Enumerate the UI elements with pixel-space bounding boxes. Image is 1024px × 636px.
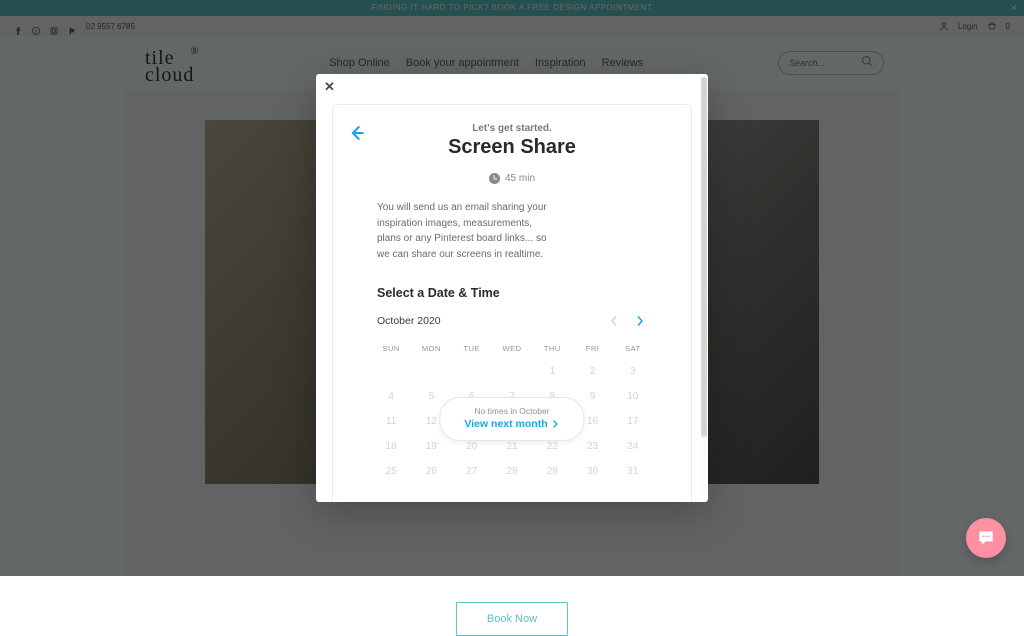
calendar-day[interactable]: 11 bbox=[371, 409, 411, 434]
modal-scrollbar-thumb[interactable] bbox=[701, 77, 707, 437]
booking-eyebrow: Let's get started. bbox=[333, 123, 691, 134]
calendar-dow: THU bbox=[532, 338, 572, 359]
prev-month-button[interactable] bbox=[607, 314, 621, 328]
clock-icon bbox=[489, 173, 500, 184]
month-picker: October 2020 bbox=[333, 300, 691, 328]
modal-close-button[interactable]: ✕ bbox=[324, 79, 335, 95]
calendar-dow: FRI bbox=[572, 338, 612, 359]
calendar-day[interactable]: 23 bbox=[572, 434, 612, 459]
calendar-header-row: SUNMONTUEWEDTHUFRISAT bbox=[371, 338, 653, 359]
next-month-button[interactable] bbox=[633, 314, 647, 328]
booking-header: Let's get started. Screen Share 45 min bbox=[333, 105, 691, 184]
booking-title: Screen Share bbox=[333, 136, 691, 159]
calendar-week: 25262728293031 bbox=[371, 459, 653, 484]
calendar-day[interactable]: 31 bbox=[613, 459, 653, 484]
calendar-dow: SUN bbox=[371, 338, 411, 359]
back-button[interactable] bbox=[347, 123, 367, 148]
view-next-month-link[interactable]: View next month bbox=[464, 418, 559, 430]
calendar-day[interactable]: 2 bbox=[572, 359, 612, 384]
month-nav bbox=[607, 314, 647, 328]
calendar-dow: TUE bbox=[452, 338, 492, 359]
no-times-message: No times in October bbox=[464, 406, 559, 416]
calendar-day[interactable]: 24 bbox=[613, 434, 653, 459]
calendar-day[interactable]: 25 bbox=[371, 459, 411, 484]
book-now-button[interactable]: Book Now bbox=[456, 602, 568, 636]
calendar-day[interactable]: 27 bbox=[452, 459, 492, 484]
calendar-day[interactable]: 29 bbox=[532, 459, 572, 484]
month-label: October 2020 bbox=[377, 315, 441, 327]
calendar-day[interactable]: 3 bbox=[613, 359, 653, 384]
calendar-dow: SAT bbox=[613, 338, 653, 359]
booking-card: Let's get started. Screen Share 45 min Y… bbox=[332, 104, 692, 502]
chat-launcher[interactable] bbox=[966, 518, 1006, 558]
no-times-callout: No times in October View next month bbox=[439, 397, 584, 441]
calendar-day[interactable]: 30 bbox=[572, 459, 612, 484]
calendar-day[interactable]: 4 bbox=[371, 384, 411, 409]
booking-modal: ✕ Let's get started. Screen Share 45 min… bbox=[316, 74, 708, 502]
calendar-day[interactable]: 28 bbox=[492, 459, 532, 484]
calendar-day[interactable]: 10 bbox=[613, 384, 653, 409]
calendar-day[interactable]: 19 bbox=[411, 434, 451, 459]
calendar-week: 123 bbox=[371, 359, 653, 384]
calendar-dow: MON bbox=[411, 338, 451, 359]
calendar-day[interactable]: 1 bbox=[532, 359, 572, 384]
booking-duration-text: 45 min bbox=[505, 173, 535, 184]
calendar-dow: WED bbox=[492, 338, 532, 359]
calendar-day[interactable]: 26 bbox=[411, 459, 451, 484]
booking-duration: 45 min bbox=[333, 173, 691, 184]
calendar-day[interactable]: 17 bbox=[613, 409, 653, 434]
select-date-heading: Select a Date & Time bbox=[333, 262, 691, 300]
calendar-day[interactable]: 18 bbox=[371, 434, 411, 459]
modal-scrollbar[interactable] bbox=[701, 77, 707, 495]
booking-description: You will send us an email sharing your i… bbox=[333, 184, 593, 262]
